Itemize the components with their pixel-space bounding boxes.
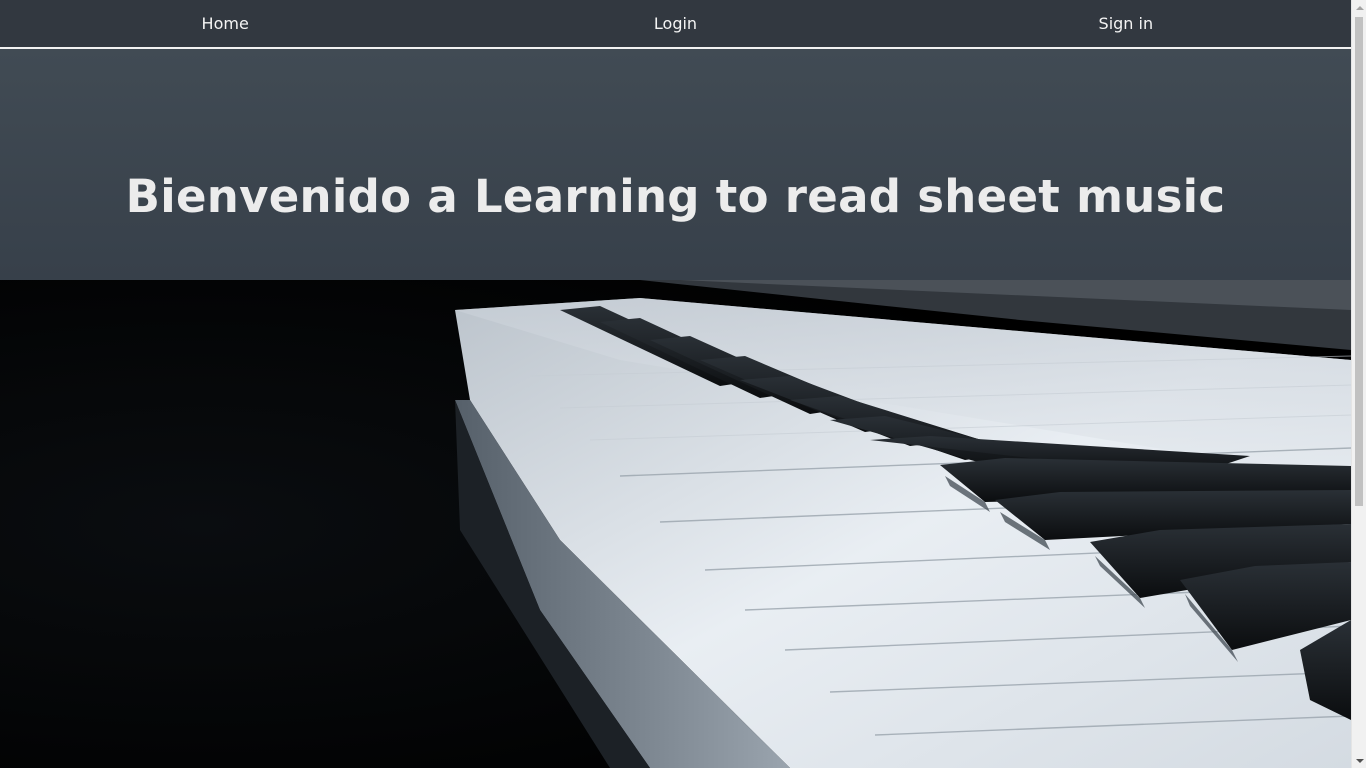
page: Home Login Sign in Bienvenido a Learning… xyxy=(0,0,1351,768)
top-nav: Home Login Sign in xyxy=(0,0,1351,49)
scroll-up-arrow-icon[interactable] xyxy=(1352,0,1366,15)
scrollbar-thumb[interactable] xyxy=(1355,17,1363,506)
page-title: Bienvenido a Learning to read sheet musi… xyxy=(125,170,1226,223)
piano-keys-image xyxy=(0,280,1351,768)
hero-banner: Bienvenido a Learning to read sheet musi… xyxy=(0,49,1351,280)
scroll-down-arrow-icon[interactable] xyxy=(1352,753,1366,768)
nav-login-link[interactable]: Login xyxy=(450,0,900,47)
nav-home-link[interactable]: Home xyxy=(0,0,450,47)
vertical-scrollbar[interactable] xyxy=(1351,0,1366,768)
nav-signin-link[interactable]: Sign in xyxy=(901,0,1351,47)
